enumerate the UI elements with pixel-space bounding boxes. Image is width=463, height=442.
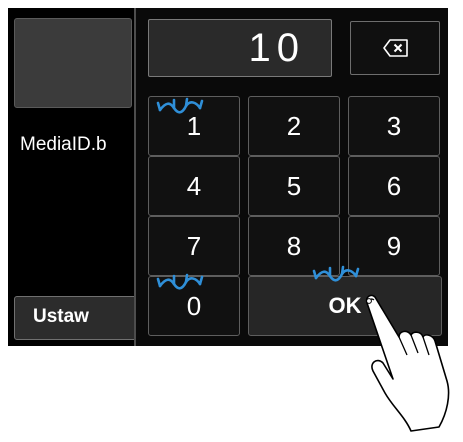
key-4[interactable]: 4 — [148, 156, 240, 216]
key-5[interactable]: 5 — [248, 156, 340, 216]
key-6[interactable]: 6 — [348, 156, 440, 216]
tap-indicator-icon — [156, 97, 204, 114]
tap-indicator-icon — [156, 273, 204, 290]
media-id-label: MediaID.b — [20, 134, 107, 155]
pointing-hand-icon — [365, 294, 450, 432]
value-display: 10 — [148, 19, 332, 77]
background-preview-panel — [14, 18, 132, 108]
key-2[interactable]: 2 — [248, 96, 340, 156]
settings-button[interactable]: Ustaw — [14, 296, 144, 340]
key-3[interactable]: 3 — [348, 96, 440, 156]
key-9[interactable]: 9 — [348, 216, 440, 276]
tap-indicator-icon — [312, 265, 360, 282]
backspace-button[interactable] — [350, 21, 440, 75]
key-7[interactable]: 7 — [148, 216, 240, 276]
backspace-icon — [383, 39, 408, 57]
display-value: 10 — [248, 26, 305, 70]
